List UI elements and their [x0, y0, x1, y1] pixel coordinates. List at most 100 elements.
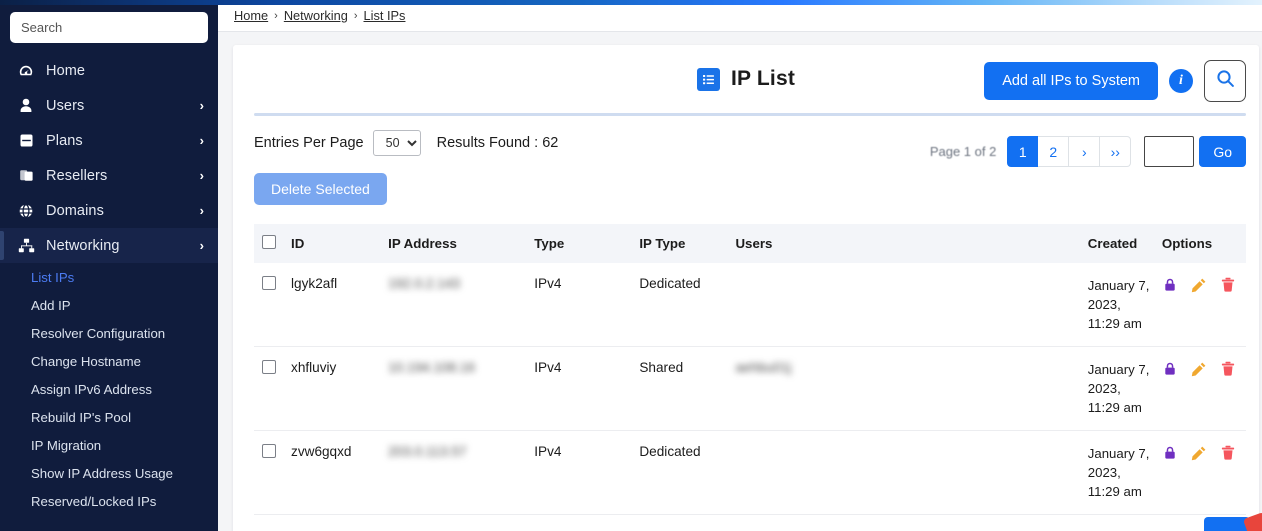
- sidebar-item-networking[interactable]: Networking ›: [0, 228, 218, 263]
- sidebar-subitem-resolver-configuration[interactable]: Resolver Configuration: [0, 319, 218, 347]
- redacted-users: aehbu01j: [735, 360, 792, 375]
- header-users: Users: [735, 236, 773, 251]
- sidebar-subitem-add-ip[interactable]: Add IP: [0, 291, 218, 319]
- lock-icon[interactable]: [1162, 361, 1178, 377]
- plans-icon: [16, 133, 36, 148]
- cell-ip-type: Shared: [639, 360, 684, 375]
- lock-icon[interactable]: [1162, 277, 1178, 293]
- row-actions: [1162, 444, 1246, 461]
- cell-created: January 7, 2023, 11:29 am: [1087, 446, 1150, 499]
- table-toolbar: Entries Per Page 50 Results Found : 62 P…: [233, 116, 1259, 167]
- chevron-right-icon: ›: [199, 133, 204, 148]
- cell-options: [1162, 263, 1246, 347]
- info-icon[interactable]: i: [1169, 69, 1193, 93]
- dashboard-icon: [16, 63, 36, 79]
- chevron-right-icon: ›: [199, 98, 204, 113]
- sidebar-subitem-label: List IPs: [31, 269, 75, 285]
- ip-table: ID IP Address Type IP Type Users Created…: [254, 224, 1246, 515]
- sidebar-subitem-label: Show IP Address Usage: [31, 465, 173, 481]
- goto-page-input[interactable]: [1144, 136, 1195, 167]
- cell-users: [735, 263, 1087, 347]
- delete-icon[interactable]: [1220, 277, 1236, 293]
- user-icon: [16, 98, 36, 113]
- main-content: Home › Networking › List IPs IP List Add…: [218, 0, 1262, 531]
- sidebar-item-label: Networking: [46, 237, 120, 254]
- row-actions: [1162, 360, 1246, 377]
- sidebar-item-label: Resellers: [46, 167, 108, 184]
- pagination: Page 1 of 2 1 2 › ›› Go: [930, 136, 1246, 167]
- row-checkbox[interactable]: [262, 276, 276, 290]
- search-input[interactable]: [10, 12, 208, 43]
- page-last-button[interactable]: ››: [1100, 136, 1132, 167]
- select-all-checkbox[interactable]: [262, 235, 276, 249]
- table-row: xhfluviy 10.194.108.16 IPv4 Shared aehbu…: [254, 347, 1246, 431]
- delete-icon[interactable]: [1220, 361, 1236, 377]
- ip-table-wrap: ID IP Address Type IP Type Users Created…: [254, 224, 1246, 515]
- header-created: Created: [1087, 236, 1138, 251]
- page-next-button[interactable]: ›: [1069, 136, 1101, 167]
- sidebar-subitem-ip-migration[interactable]: IP Migration: [0, 431, 218, 459]
- cell-options: [1162, 431, 1246, 515]
- sidebar-subitem-list-ips[interactable]: List IPs: [0, 263, 218, 291]
- breadcrumb-item-home[interactable]: Home: [234, 8, 268, 23]
- sidebar-search-wrap: [0, 5, 218, 53]
- edit-icon[interactable]: [1191, 445, 1207, 461]
- page-title: IP List: [730, 67, 796, 90]
- entries-per-page-label: Entries Per Page: [254, 135, 364, 151]
- redacted-ip-address: 192.0.2.143: [388, 276, 460, 291]
- page-button-2[interactable]: 2: [1038, 136, 1070, 167]
- edit-icon[interactable]: [1191, 277, 1207, 293]
- cell-id: lgyk2afl: [291, 276, 338, 291]
- page-button-1[interactable]: 1: [1007, 136, 1039, 167]
- table-row: zvw6gqxd 203.0.113.57 IPv4 Dedicated Jan…: [254, 431, 1246, 515]
- breadcrumb-item-networking[interactable]: Networking: [284, 8, 348, 23]
- sidebar-subitem-label: Resolver Configuration: [31, 325, 166, 341]
- add-all-ips-button[interactable]: Add all IPs to System: [984, 62, 1158, 100]
- cell-users: [735, 431, 1087, 515]
- card-header: IP List Add all IPs to System i: [233, 45, 1259, 113]
- fab-primary-icon[interactable]: [1204, 517, 1250, 531]
- header-ip-address: IP Address: [388, 236, 457, 251]
- header-id: ID: [291, 236, 305, 251]
- delete-selected-button[interactable]: Delete Selected: [254, 173, 387, 205]
- cell-ip-type: Dedicated: [639, 444, 701, 459]
- sidebar-subitem-assign-ipv6-address[interactable]: Assign IPv6 Address: [0, 375, 218, 403]
- lock-icon[interactable]: [1162, 445, 1178, 461]
- search-button[interactable]: [1204, 60, 1246, 102]
- delete-icon[interactable]: [1220, 445, 1236, 461]
- header-options: Options: [1161, 236, 1213, 251]
- sidebar-item-label: Home: [46, 62, 86, 79]
- sidebar-subitem-label: Reserved/Locked IPs: [31, 493, 157, 509]
- sidebar-subitem-rebuild-ips-pool[interactable]: Rebuild IP's Pool: [0, 403, 218, 431]
- sidebar-subitem-reserved-locked-ips[interactable]: Reserved/Locked IPs: [0, 487, 218, 515]
- sidebar-item-home[interactable]: Home: [0, 53, 218, 88]
- sidebar-item-resellers[interactable]: Resellers ›: [0, 158, 218, 193]
- row-checkbox[interactable]: [262, 444, 276, 458]
- page-indicator: Page 1 of 2: [929, 144, 997, 159]
- sidebar: Home Users › Plans ›: [0, 0, 218, 531]
- breadcrumb-item-list-ips[interactable]: List IPs: [364, 8, 406, 23]
- floating-action-widget[interactable]: [1204, 505, 1262, 531]
- sidebar-nav: Home Users › Plans › Resellers › Domains…: [0, 53, 218, 263]
- breadcrumb-separator-icon: ›: [353, 9, 358, 22]
- chevron-right-icon: ›: [199, 238, 204, 253]
- sidebar-item-users[interactable]: Users ›: [0, 88, 218, 123]
- breadcrumb-separator-icon: ›: [274, 9, 278, 22]
- sidebar-subitem-show-ip-address-usage[interactable]: Show IP Address Usage: [0, 459, 218, 487]
- row-select-cell: [254, 347, 291, 431]
- fab-secondary-icon[interactable]: [1242, 511, 1262, 531]
- go-button[interactable]: Go: [1199, 136, 1246, 167]
- cell-ip-address: 192.0.2.143: [388, 263, 534, 347]
- sidebar-item-domains[interactable]: Domains ›: [0, 193, 218, 228]
- select-all-header: [254, 224, 291, 263]
- cell-users: aehbu01j: [735, 347, 1087, 431]
- sidebar-subitem-label: IP Migration: [31, 437, 102, 453]
- redacted-ip-address: 10.194.108.16: [388, 360, 476, 375]
- sidebar-item-plans[interactable]: Plans ›: [0, 123, 218, 158]
- row-checkbox[interactable]: [262, 360, 276, 374]
- entries-per-page-select[interactable]: 50: [372, 130, 421, 156]
- header-type: Type: [534, 236, 565, 251]
- edit-icon[interactable]: [1191, 361, 1207, 377]
- sidebar-subitem-change-hostname[interactable]: Change Hostname: [0, 347, 218, 375]
- row-select-cell: [254, 263, 291, 347]
